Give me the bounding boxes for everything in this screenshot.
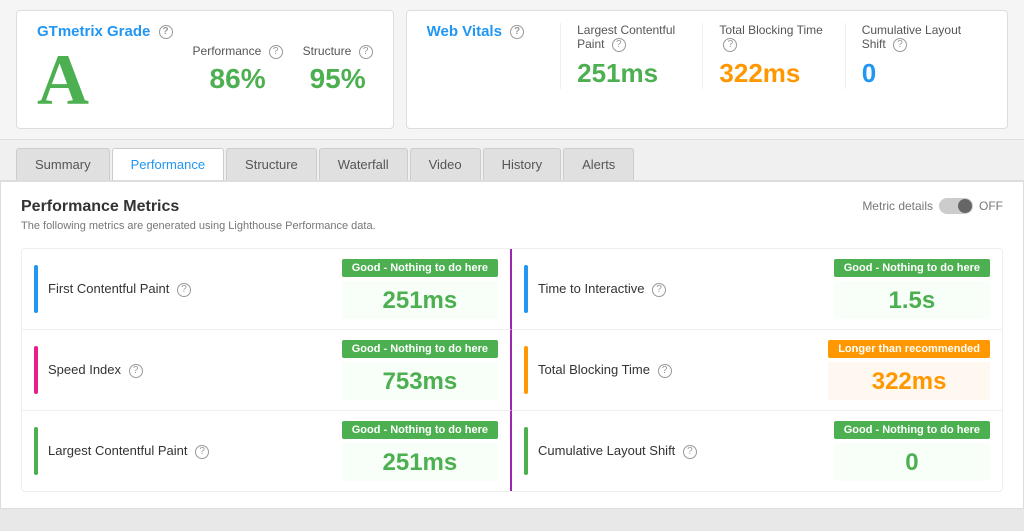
si-border (34, 346, 38, 394)
structure-value: 95% (303, 63, 373, 95)
toggle-switch[interactable] (939, 198, 973, 214)
web-vitals-header: Web Vitals ? (427, 23, 544, 40)
metric-cls: Cumulative Layout Shift ? Good - Nothing… (512, 411, 1002, 491)
cls-metric-info-icon[interactable]: ? (683, 445, 697, 459)
cls-badge-value: 0 (834, 443, 990, 481)
main-content: Performance Metrics The following metric… (0, 182, 1024, 509)
metric-tbt: Total Blocking Time ? Longer than recomm… (512, 330, 1002, 411)
vitals-metrics: Largest Contentful Paint ? 251ms Total B… (560, 23, 987, 89)
tab-waterfall[interactable]: Waterfall (319, 148, 408, 180)
tab-performance[interactable]: Performance (112, 148, 224, 180)
metric-detail-label: Metric details (862, 199, 933, 213)
structure-info-icon[interactable]: ? (359, 45, 373, 59)
nav-tabs: Summary Performance Structure Waterfall … (0, 140, 1024, 182)
si-badge: Good - Nothing to do here 753ms (342, 340, 498, 400)
tbt-label: Total Blocking Time ? (719, 23, 828, 52)
structure-label: Structure ? (303, 44, 373, 59)
tbt-value: 322ms (719, 58, 828, 89)
lcp-metric-name: Largest Contentful Paint ? (48, 443, 332, 459)
section-subtitle: The following metrics are generated usin… (21, 220, 376, 232)
web-vitals-section: Web Vitals ? Largest Contentful Paint ? … (406, 10, 1008, 129)
metrics-grid: First Contentful Paint ? Good - Nothing … (21, 248, 1003, 492)
tti-value: 1.5s (834, 281, 990, 319)
cls-metric-name: Cumulative Layout Shift ? (538, 443, 824, 459)
metric-fcp: First Contentful Paint ? Good - Nothing … (22, 249, 512, 330)
fcp-value: 251ms (342, 281, 498, 319)
cls-label: Cumulative Layout Shift ? (862, 23, 971, 52)
tab-summary[interactable]: Summary (16, 148, 110, 180)
cls-value: 0 (862, 58, 971, 89)
fcp-name: First Contentful Paint ? (48, 281, 332, 297)
tbt-border (524, 346, 528, 394)
tab-video[interactable]: Video (410, 148, 481, 180)
tbt-info-icon[interactable]: ? (723, 38, 737, 52)
tti-badge: Good - Nothing to do here 1.5s (834, 259, 990, 319)
performance-metric: Performance ? 86% (193, 44, 283, 95)
webvitals-info-icon[interactable]: ? (510, 25, 524, 39)
cls-badge: Good - Nothing to do here 0 (834, 421, 990, 481)
structure-metric: Structure ? 95% (303, 44, 373, 95)
fcp-border (34, 265, 38, 313)
grade-section: GTmetrix Grade ? A Performance ? 86% Str… (16, 10, 394, 129)
grade-info-icon[interactable]: ? (159, 25, 173, 39)
tab-structure[interactable]: Structure (226, 148, 317, 180)
tbt-badge: Longer than recommended 322ms (828, 340, 990, 400)
si-value: 753ms (342, 362, 498, 400)
tti-border (524, 265, 528, 313)
si-info-icon[interactable]: ? (129, 364, 143, 378)
fcp-info-icon[interactable]: ? (177, 283, 191, 297)
lcp-badge-value: 251ms (342, 443, 498, 481)
top-bar: GTmetrix Grade ? A Performance ? 86% Str… (0, 0, 1024, 140)
performance-info-icon[interactable]: ? (269, 45, 283, 59)
tbt-badge-value: 322ms (828, 362, 990, 400)
cls-vital: Cumulative Layout Shift ? 0 (845, 23, 987, 89)
lcp-badge-label: Good - Nothing to do here (342, 421, 498, 439)
metric-lcp: Largest Contentful Paint ? Good - Nothin… (22, 411, 512, 491)
grade-letter: A (37, 44, 173, 116)
cls-border (524, 427, 528, 475)
metric-detail-toggle[interactable]: Metric details OFF (862, 198, 1003, 214)
tti-info-icon[interactable]: ? (652, 283, 666, 297)
web-vitals-title: Web Vitals ? (427, 23, 524, 40)
tbt-metric-info-icon[interactable]: ? (658, 364, 672, 378)
tbt-badge-label: Longer than recommended (828, 340, 990, 358)
toggle-knob (958, 199, 972, 213)
tab-alerts[interactable]: Alerts (563, 148, 634, 180)
lcp-badge: Good - Nothing to do here 251ms (342, 421, 498, 481)
toggle-state-label: OFF (979, 199, 1003, 213)
metric-tti: Time to Interactive ? Good - Nothing to … (512, 249, 1002, 330)
grade-header: GTmetrix Grade ? A (37, 23, 173, 116)
si-badge-label: Good - Nothing to do here (342, 340, 498, 358)
grade-metrics: Performance ? 86% Structure ? 95% (193, 44, 373, 95)
tbt-metric-name: Total Blocking Time ? (538, 362, 818, 378)
fcp-badge-label: Good - Nothing to do here (342, 259, 498, 277)
cls-badge-label: Good - Nothing to do here (834, 421, 990, 439)
metric-si: Speed Index ? Good - Nothing to do here … (22, 330, 512, 411)
cls-info-icon[interactable]: ? (893, 38, 907, 52)
tab-history[interactable]: History (483, 148, 561, 180)
tti-name: Time to Interactive ? (538, 281, 824, 297)
lcp-vital: Largest Contentful Paint ? 251ms (560, 23, 702, 89)
lcp-metric-info-icon[interactable]: ? (195, 445, 209, 459)
grade-title: GTmetrix Grade ? (37, 23, 173, 40)
lcp-border (34, 427, 38, 475)
section-title: Performance Metrics (21, 198, 376, 216)
lcp-label: Largest Contentful Paint ? (577, 23, 686, 52)
si-name: Speed Index ? (48, 362, 332, 378)
performance-label: Performance ? (193, 44, 283, 59)
tti-badge-label: Good - Nothing to do here (834, 259, 990, 277)
fcp-badge: Good - Nothing to do here 251ms (342, 259, 498, 319)
performance-value: 86% (193, 63, 283, 95)
grade-title-text: GTmetrix Grade (37, 23, 150, 40)
lcp-info-icon[interactable]: ? (612, 38, 626, 52)
lcp-value: 251ms (577, 58, 686, 89)
tbt-vital: Total Blocking Time ? 322ms (702, 23, 844, 89)
